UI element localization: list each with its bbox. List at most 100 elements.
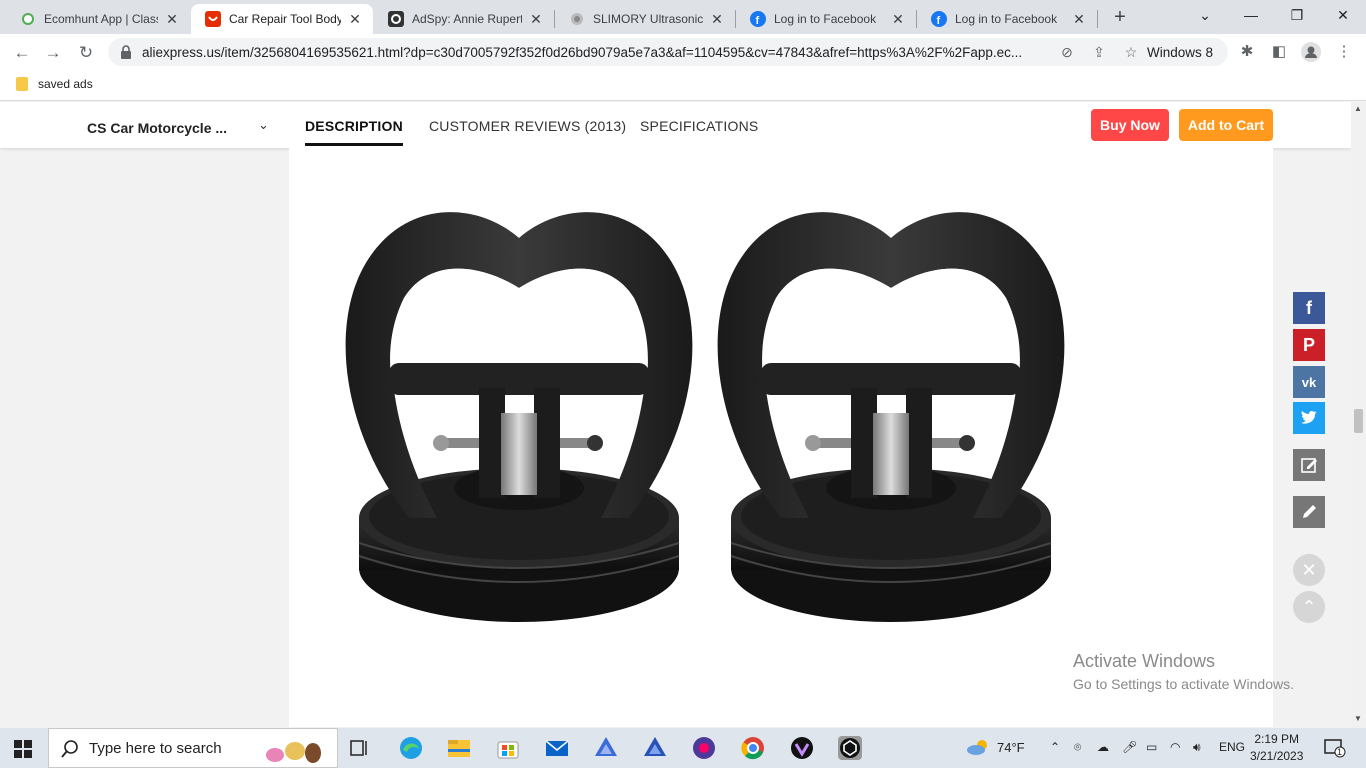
tab-ecomhunt[interactable]: Ecomhunt App | Classi ✕ xyxy=(6,4,190,34)
tab-slimory[interactable]: SLIMORY Ultrasonic Ly ✕ xyxy=(555,4,735,34)
close-icon[interactable]: ✕ xyxy=(347,11,363,28)
pencil-icon[interactable] xyxy=(1293,496,1325,528)
tab-specifications[interactable]: SPECIFICATIONS xyxy=(640,118,758,134)
weather-icon[interactable] xyxy=(966,738,990,759)
tab-divider xyxy=(735,10,736,28)
battery-icon[interactable]: ▭ xyxy=(1146,740,1157,754)
tab-customer-reviews[interactable]: CUSTOMER REVIEWS (2013) xyxy=(429,118,626,134)
scrollbar-thumb[interactable] xyxy=(1354,409,1363,433)
task-view-icon[interactable] xyxy=(350,738,374,762)
profile-avatar-icon[interactable] xyxy=(1301,42,1321,62)
edge-icon[interactable] xyxy=(399,736,423,760)
active-app-icon[interactable] xyxy=(838,736,862,760)
share-icon[interactable]: ⇪ xyxy=(1090,44,1108,62)
tab-facebook-2[interactable]: f Log in to Facebook ✕ xyxy=(917,4,1097,34)
bookmark-label: saved ads xyxy=(38,77,93,91)
bookmark-saved-ads[interactable]: saved ads xyxy=(16,77,93,91)
twitter-icon[interactable] xyxy=(1293,402,1325,434)
close-icon[interactable]: ✕ xyxy=(709,11,725,28)
easter-search-highlight-icon xyxy=(261,733,331,768)
pinterest-icon[interactable]: P xyxy=(1293,329,1325,361)
vk-icon[interactable]: vk xyxy=(1293,366,1325,398)
tab-description[interactable]: DESCRIPTION xyxy=(305,118,403,146)
reload-button[interactable]: ↻ xyxy=(73,40,99,66)
forward-button[interactable]: → xyxy=(40,40,66,66)
tab-title: Log in to Facebook xyxy=(774,12,877,26)
power-automate-2-icon[interactable] xyxy=(643,736,667,760)
product-title[interactable]: CS Car Motorcycle ... xyxy=(87,120,227,136)
close-icon[interactable]: ✕ xyxy=(164,11,180,28)
lock-icon[interactable] xyxy=(120,45,132,62)
extensions-icon[interactable]: ✱ xyxy=(1237,42,1257,62)
close-icon[interactable]: ✕ xyxy=(1293,554,1325,586)
svg-text:f: f xyxy=(937,15,941,27)
power-automate-icon[interactable] xyxy=(594,736,618,760)
url-text[interactable]: aliexpress.us/item/3256804169535621.html… xyxy=(142,45,1062,60)
windows-start-icon[interactable] xyxy=(14,740,32,761)
microphone-icon[interactable]: 🎤︎ xyxy=(1122,740,1137,754)
tab-strip: Ecomhunt App | Classi ✕ Car Repair Tool … xyxy=(0,0,1366,34)
tab-divider xyxy=(916,10,917,28)
back-button[interactable]: ← xyxy=(9,40,35,66)
chevron-down-icon[interactable]: ⌄ xyxy=(258,117,269,133)
svg-text:f: f xyxy=(756,15,760,27)
add-to-cart-button[interactable]: Add to Cart xyxy=(1179,109,1273,141)
search-placeholder: Type here to search xyxy=(89,739,222,757)
page-scrollbar[interactable]: ▲ ▼ xyxy=(1351,102,1366,727)
clock-date: 3/21/2023 xyxy=(1250,749,1304,763)
file-explorer-icon[interactable] xyxy=(447,736,471,760)
wifi-icon[interactable]: ◠ xyxy=(1170,740,1180,754)
mail-icon[interactable] xyxy=(545,736,569,760)
microsoft-store-icon[interactable] xyxy=(496,736,520,760)
taskbar-search-box[interactable]: Type here to search xyxy=(48,728,338,768)
webcam-icon[interactable]: ⌾ xyxy=(1074,740,1081,755)
scroll-to-top-icon[interactable]: ⌃ xyxy=(1293,591,1325,623)
blocked-icon[interactable]: ⊘ xyxy=(1058,44,1076,62)
activate-windows-title: Activate Windows xyxy=(1073,651,1216,671)
notification-count: 1 xyxy=(1337,747,1343,757)
new-tab-button[interactable]: + xyxy=(1109,6,1131,28)
bookmarks-bar: saved ads xyxy=(0,71,1366,101)
notifications-icon[interactable] xyxy=(1324,738,1346,761)
suction-cup-dent-puller-image xyxy=(344,211,1066,623)
aliexpress-icon xyxy=(205,11,221,27)
tab-title: SLIMORY Ultrasonic Ly xyxy=(593,12,703,26)
side-panel-icon[interactable]: ◧ xyxy=(1269,42,1289,62)
tab-title: Log in to Facebook xyxy=(955,12,1058,26)
profile-label[interactable]: Windows 8 xyxy=(1147,45,1213,60)
menu-kebab-icon[interactable]: ⋮ xyxy=(1334,42,1354,62)
restore-button[interactable]: ❐ xyxy=(1274,0,1320,30)
chrome-icon[interactable] xyxy=(741,736,765,760)
tab-aliexpress[interactable]: Car Repair Tool Body F ✕ xyxy=(191,4,373,34)
address-bar[interactable]: aliexpress.us/item/3256804169535621.html… xyxy=(108,38,1228,66)
game-bar-icon[interactable] xyxy=(692,736,716,760)
slimory-icon xyxy=(569,11,585,27)
scroll-down-icon[interactable]: ▼ xyxy=(1353,714,1363,723)
adspy-icon xyxy=(388,11,404,27)
facebook-icon: f xyxy=(931,11,947,27)
minimize-button[interactable]: — xyxy=(1228,0,1274,30)
tab-title: Ecomhunt App | Classi xyxy=(44,12,158,26)
clock[interactable]: 2:19 PM 3/21/2023 xyxy=(1250,731,1303,765)
tab-facebook-1[interactable]: f Log in to Facebook ✕ xyxy=(736,4,916,34)
close-icon[interactable]: ✕ xyxy=(1071,11,1087,28)
tab-adspy[interactable]: AdSpy: Annie Rupert. ✕ xyxy=(374,4,554,34)
tab-search-button[interactable]: ⌄ xyxy=(1182,0,1228,30)
buy-now-button[interactable]: Buy Now xyxy=(1091,109,1169,141)
close-icon[interactable]: ✕ xyxy=(890,11,906,28)
bookmark-star-icon[interactable]: ☆ xyxy=(1122,44,1140,62)
tab-title: AdSpy: Annie Rupert. xyxy=(412,12,522,26)
show-hidden-icons-icon[interactable]: ⌃ xyxy=(1050,740,1060,754)
page-viewport: CS Car Motorcycle ... ⌄ DESCRIPTION CUST… xyxy=(0,102,1351,727)
weather-temperature[interactable]: 74°F xyxy=(997,740,1025,755)
language-indicator[interactable]: ENG xyxy=(1219,740,1245,754)
close-icon[interactable]: ✕ xyxy=(528,11,544,28)
close-window-button[interactable]: ✕ xyxy=(1320,0,1366,30)
onedrive-icon[interactable]: ☁ xyxy=(1097,740,1109,754)
scroll-up-icon[interactable]: ▲ xyxy=(1353,104,1363,113)
volume-icon[interactable]: 🔊︎ xyxy=(1193,740,1201,755)
app-icon[interactable] xyxy=(790,736,814,760)
facebook-icon[interactable]: f xyxy=(1293,292,1325,324)
tab-divider xyxy=(1097,10,1098,28)
edit-icon[interactable] xyxy=(1293,449,1325,481)
